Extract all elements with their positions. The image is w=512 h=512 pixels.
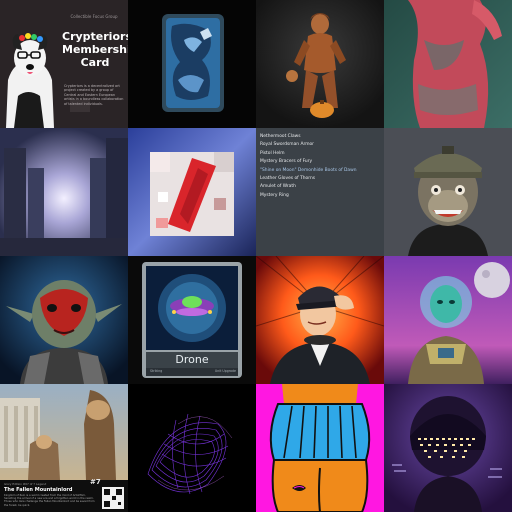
tile-crypteriors-card[interactable]: Collectible Focus Group Crypteriors Memb…: [0, 0, 128, 128]
anime-dj-artwork: [256, 256, 384, 384]
alien-artwork: [0, 256, 128, 384]
card-description: Crypteriors is a decentralized art proje…: [64, 84, 124, 106]
tile-blue-card[interactable]: [128, 0, 256, 128]
tile-pixel-art[interactable]: [128, 128, 256, 256]
list-item: Amulet of Wrath: [260, 184, 296, 190]
item-list: Nethermoot Claws Royal Swordsman Armor P…: [260, 133, 382, 200]
alien-astronaut-artwork: [384, 256, 512, 384]
list-item: "Shine on Moon" Demonhide Boots of Dawn: [260, 167, 357, 173]
tile-blue-skirt[interactable]: [256, 384, 384, 512]
drone-card-name: Drone: [175, 353, 209, 366]
tile-ape-cap[interactable]: [384, 128, 512, 256]
foggy-city-artwork: [0, 128, 128, 256]
tile-fuzzy-figure[interactable]: [384, 0, 512, 128]
list-item: Pistol Helm: [260, 150, 285, 156]
nft-gallery-grid: Collectible Focus Group Crypteriors Memb…: [0, 0, 512, 512]
card-title-line-1: Crypteriors: [62, 30, 128, 43]
list-item: Leather Gloves of Thorns: [260, 176, 316, 182]
card-group-label: Collectible Focus Group: [70, 14, 118, 19]
list-item: Mystery Ring: [260, 192, 289, 198]
tile-glowing-head[interactable]: [384, 384, 512, 512]
tile-bronze-figure[interactable]: [256, 0, 384, 128]
card-number: #7: [90, 478, 101, 486]
card-title-line-2: Membership: [62, 43, 128, 56]
blue-card-artwork: [128, 0, 256, 128]
tile-alien-astronaut[interactable]: [384, 256, 512, 384]
card-edition-label: Glory Edition #07 of 7 Legend: [4, 482, 47, 486]
tile-item-list[interactable]: Nethermoot Claws Royal Swordsman Armor P…: [256, 128, 384, 256]
tile-foggy-city[interactable]: [0, 128, 128, 256]
list-item: Royal Swordsman Armor: [260, 142, 314, 148]
card-title-line-3: Card: [80, 56, 110, 69]
tile-fallen-mountainlord[interactable]: Glory Edition #07 of 7 Legend #7 The Fal…: [0, 384, 128, 512]
drone-stat-left: Striking: [150, 369, 163, 373]
tile-purple-wireframe[interactable]: [128, 384, 256, 512]
pixel-art-artwork: [128, 128, 256, 256]
tile-anime-dj[interactable]: [256, 256, 384, 384]
ape-artwork: [384, 128, 512, 256]
fuzzy-figure-artwork: [384, 0, 512, 128]
bronze-figure-artwork: [256, 0, 384, 128]
skirt-artwork: [256, 384, 384, 512]
tile-drone-card[interactable]: Drone Striking Unit Upgrade: [128, 256, 256, 384]
wireframe-artwork: [128, 384, 256, 512]
card-title: Crypteriors Membership Card: [62, 30, 128, 69]
card-title: The Fallen Mountainlord: [4, 487, 73, 493]
list-item: Mystery Bracers of Fury: [260, 159, 313, 165]
drone-stat-right: Unit Upgrade: [214, 369, 236, 373]
card-description: Kingdom of Ruin is a world created from …: [4, 494, 95, 507]
glowing-head-artwork: [384, 384, 512, 512]
tile-alien-face[interactable]: [0, 256, 128, 384]
list-item: Nethermoot Claws: [260, 134, 301, 139]
